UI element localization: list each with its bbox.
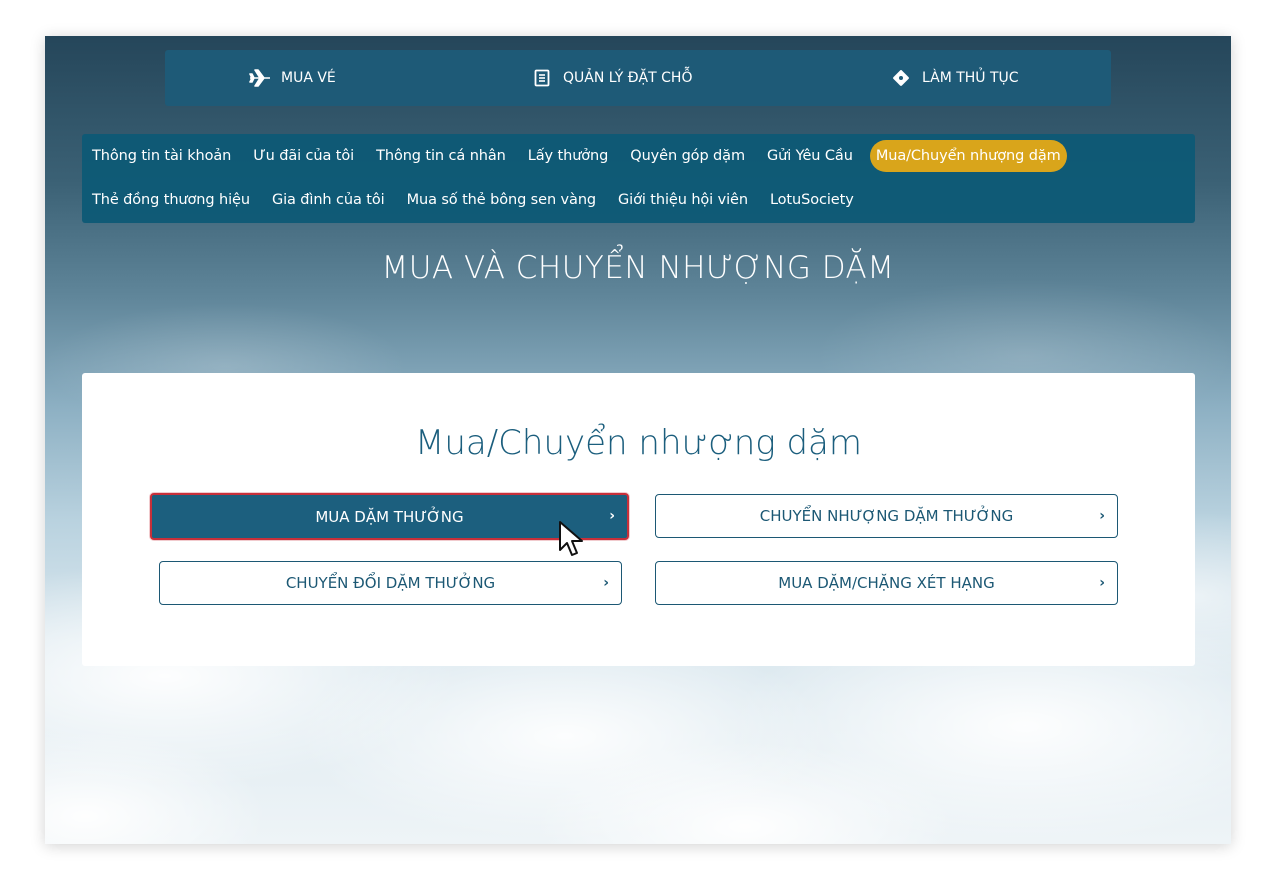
convert-miles-label: CHUYỂN ĐỔI DẶM THƯỞNG <box>285 574 496 592</box>
topbar-check-in[interactable]: LÀM THỦ TỤC <box>890 50 1019 106</box>
booking-topbar: MUA VÉ QUẢN LÝ ĐẶT CHỖ LÀM THỦ TỤC <box>165 50 1111 106</box>
convert-miles-button[interactable]: CHUYỂN ĐỔI DẶM THƯỞNG › <box>159 561 622 605</box>
page-title: MUA VÀ CHUYỂN NHƯỢNG DẶM <box>381 250 895 286</box>
account-nav-row-2: Thẻ đồng thương hiệu Gia đình của tôi Mu… <box>92 183 865 217</box>
account-nav: Thông tin tài khoản Ưu đãi của tôi Thông… <box>82 134 1195 223</box>
nav-item-account-info[interactable]: Thông tin tài khoản <box>92 140 242 172</box>
nav-item-send-request[interactable]: Gửi Yêu Cầu <box>756 140 864 172</box>
nav-item-donate-miles[interactable]: Quyên góp dặm <box>619 140 756 172</box>
boarding-pass-icon <box>890 67 912 89</box>
transfer-miles-button[interactable]: CHUYỂN NHƯỢNG DẶM THƯỞNG › <box>655 494 1118 538</box>
nav-item-buy-transfer-miles[interactable]: Mua/Chuyển nhượng dặm <box>869 140 1067 172</box>
card-title: Mua/Chuyển nhượng dặm <box>414 423 862 463</box>
topbar-manage-booking-label: QUẢN LÝ ĐẶT CHỖ <box>563 70 693 86</box>
miles-options-card: Mua/Chuyển nhượng dặm MUA DẶM THƯỞNG › C… <box>82 373 1195 666</box>
account-nav-row-1: Thông tin tài khoản Ưu đãi của tôi Thông… <box>92 139 1067 173</box>
nav-item-buy-card-number[interactable]: Mua số thẻ bông sen vàng <box>396 184 607 216</box>
topbar-manage-booking[interactable]: QUẢN LÝ ĐẶT CHỖ <box>531 50 692 106</box>
buy-miles-label: MUA DẶM THƯỞNG <box>315 507 464 526</box>
chevron-right-icon: › <box>609 508 615 524</box>
topbar-check-in-label: LÀM THỦ TỤC <box>922 70 1019 86</box>
chevron-right-icon: › <box>1099 508 1105 524</box>
nav-item-my-family[interactable]: Gia đình của tôi <box>261 184 396 216</box>
page-frame: MUA VÉ QUẢN LÝ ĐẶT CHỖ LÀM THỦ TỤC Thông… <box>45 36 1231 844</box>
topbar-buy-ticket[interactable]: MUA VÉ <box>249 50 336 106</box>
chevron-right-icon: › <box>603 575 609 591</box>
buy-qualifying-miles-button[interactable]: MUA DẶM/CHẶNG XÉT HẠNG › <box>655 561 1118 605</box>
nav-item-refer-member[interactable]: Giới thiệu hội viên <box>607 184 759 216</box>
nav-item-redeem[interactable]: Lấy thưởng <box>517 140 620 172</box>
nav-item-lotusociety[interactable]: LotuSociety <box>759 184 865 216</box>
airplane-icon <box>249 67 271 89</box>
topbar-buy-ticket-label: MUA VÉ <box>281 70 336 86</box>
nav-item-my-offers[interactable]: Ưu đãi của tôi <box>242 140 365 172</box>
nav-item-cobrand-card[interactable]: Thẻ đồng thương hiệu <box>92 184 261 216</box>
booking-document-icon <box>531 67 553 89</box>
nav-item-personal-info[interactable]: Thông tin cá nhân <box>365 140 517 172</box>
transfer-miles-label: CHUYỂN NHƯỢNG DẶM THƯỞNG <box>759 507 1014 525</box>
buy-qualifying-miles-label: MUA DẶM/CHẶNG XÉT HẠNG <box>778 574 995 592</box>
chevron-right-icon: › <box>1099 575 1105 591</box>
mouse-cursor-icon <box>559 521 583 556</box>
